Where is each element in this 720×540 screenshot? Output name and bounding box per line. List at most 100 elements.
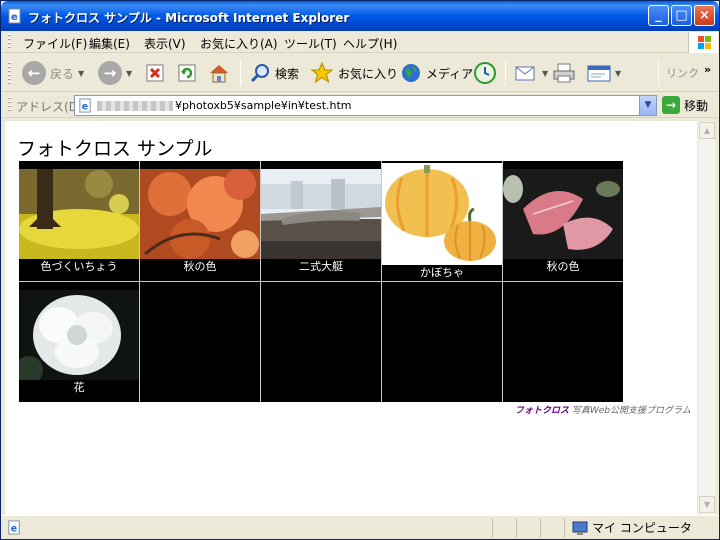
- back-label: 戻る: [50, 66, 75, 81]
- media-button[interactable]: メディア: [400, 58, 473, 88]
- photo-cell[interactable]: 花: [19, 282, 139, 402]
- svg-text:e: e: [11, 12, 18, 23]
- address-bar: アドレス(D) e ¥photoxb5¥sample¥in¥test.htm ▼…: [2, 93, 718, 118]
- address-input[interactable]: e ¥photoxb5¥sample¥in¥test.htm ▼: [74, 95, 657, 116]
- mail-button[interactable]: ▼: [514, 58, 548, 88]
- footer-description: 写真Web公開支援プログラム: [571, 406, 691, 416]
- menubar-grip[interactable]: [8, 34, 11, 50]
- toolbar-grip[interactable]: [8, 62, 11, 84]
- back-dropdown-icon: ▼: [78, 68, 85, 78]
- media-label: メディア: [426, 66, 474, 81]
- photo-thumbnail-red-leaf[interactable]: [503, 169, 623, 259]
- photo-caption: 秋の色: [183, 260, 217, 273]
- vertical-scrollbar[interactable]: ▲ ▼: [697, 121, 715, 515]
- my-computer-icon: [572, 521, 588, 535]
- refresh-icon: [178, 64, 196, 82]
- photo-thumbnail-white-flower[interactable]: [19, 290, 139, 380]
- photo-cell[interactable]: 秋の色: [140, 161, 260, 281]
- edit-dropdown-icon: ▼: [615, 68, 622, 78]
- address-label: アドレス(D): [16, 100, 83, 114]
- ie-page-icon: e: [8, 8, 21, 24]
- printer-icon: [553, 63, 575, 83]
- svg-text:e: e: [11, 523, 17, 534]
- menu-favorites[interactable]: お気に入り(A): [200, 35, 278, 52]
- address-url: ¥photoxb5¥sample¥in¥test.htm: [175, 99, 352, 112]
- toolbar-separator: [505, 60, 506, 86]
- search-button[interactable]: 検索: [249, 58, 299, 88]
- title-bar[interactable]: e フォトクロス サンプル - Microsoft Internet Explo…: [1, 1, 719, 31]
- print-button[interactable]: [552, 58, 576, 88]
- photo-cell[interactable]: 秋の色: [503, 161, 623, 281]
- menu-view[interactable]: 表示(V): [144, 35, 186, 52]
- forward-arrow-icon: →: [98, 61, 122, 85]
- zone-label: マイ コンピュータ: [592, 521, 692, 535]
- refresh-button[interactable]: [177, 58, 197, 88]
- back-arrow-icon: ←: [22, 61, 46, 85]
- stop-icon: [146, 64, 164, 82]
- status-panel: [516, 518, 517, 538]
- empty-photo-cell: [261, 282, 381, 402]
- footer-credit: フォトクロス 写真Web公開支援プログラム: [515, 403, 691, 416]
- page-title: フォトクロス サンプル: [17, 138, 213, 160]
- scroll-down-icon[interactable]: ▼: [699, 496, 715, 513]
- standard-toolbar: ← 戻る ▼ → ▼ 検索 お気に入り メディア ▼ ▼ リンク »: [2, 54, 718, 92]
- ie-page-icon: e: [8, 520, 20, 535]
- photo-cell[interactable]: 二式大艇: [261, 161, 381, 281]
- go-button[interactable]: → 移動: [662, 96, 708, 114]
- maximize-button[interactable]: □: [671, 5, 692, 26]
- photo-cell[interactable]: 色づくいちょう: [19, 161, 139, 281]
- window-title: フォトクロス サンプル - Microsoft Internet Explore…: [28, 11, 350, 25]
- photo-thumbnail-ginkgo[interactable]: [19, 169, 139, 259]
- menu-bar: ファイル(F) 編集(E) 表示(V) お気に入り(A) ツール(T) ヘルプ(…: [2, 31, 718, 53]
- photo-caption: 花: [73, 381, 85, 394]
- scroll-up-icon[interactable]: ▲: [699, 122, 715, 139]
- go-label: 移動: [684, 98, 709, 113]
- search-label: 検索: [275, 66, 300, 81]
- stop-button[interactable]: [145, 58, 165, 88]
- redacted-path: [97, 101, 173, 111]
- forward-button[interactable]: → ▼: [98, 58, 132, 88]
- favorites-star-icon: [310, 62, 334, 84]
- photo-caption: 秋の色: [546, 260, 580, 273]
- edit-page-icon: [587, 65, 611, 82]
- mail-dropdown-icon: ▼: [542, 68, 549, 78]
- browser-window: e フォトクロス サンプル - Microsoft Internet Explo…: [0, 0, 720, 540]
- menu-file[interactable]: ファイル(F): [23, 35, 87, 52]
- svg-text:e: e: [82, 101, 88, 112]
- photo-caption: 色づくいちょう: [40, 260, 118, 273]
- toolbar-chevron-icon[interactable]: »: [704, 54, 711, 84]
- toolbar-separator: [658, 60, 659, 86]
- minimize-button[interactable]: _: [648, 5, 669, 26]
- empty-photo-cell: [503, 282, 623, 402]
- links-label[interactable]: リンク: [666, 58, 699, 88]
- history-icon: [474, 62, 496, 84]
- close-button[interactable]: ×: [694, 5, 715, 26]
- toolbar-separator: [240, 60, 241, 86]
- ie-page-icon: e: [79, 98, 91, 113]
- empty-photo-cell: [382, 282, 502, 402]
- address-dropdown-icon[interactable]: ▼: [639, 96, 656, 115]
- security-zone[interactable]: マイ コンピュータ: [572, 519, 692, 536]
- favorites-button[interactable]: お気に入り: [310, 58, 398, 88]
- favorites-label: お気に入り: [338, 66, 399, 81]
- photo-cell[interactable]: かぼちゃ: [382, 161, 502, 281]
- menu-tools[interactable]: ツール(T): [284, 35, 337, 52]
- edit-button[interactable]: ▼: [587, 58, 621, 88]
- empty-photo-cell: [140, 282, 260, 402]
- history-button[interactable]: [473, 58, 497, 88]
- photo-thumbnail-autumn-leaves[interactable]: [140, 169, 260, 259]
- menu-edit[interactable]: 編集(E): [89, 35, 130, 52]
- back-button[interactable]: ← 戻る ▼: [22, 58, 84, 88]
- windows-logo-icon: [688, 32, 718, 53]
- status-panel: [540, 518, 541, 538]
- mail-icon: [515, 66, 535, 81]
- photo-thumbnail-pumpkin[interactable]: [382, 163, 502, 265]
- photo-caption: かぼちゃ: [420, 266, 464, 279]
- home-button[interactable]: [208, 58, 230, 88]
- grid-divider: [19, 281, 623, 282]
- page-content: フォトクロス サンプル 色づくいちょう 秋の色 二式大艇 かぼちゃ 秋の色 花 …: [5, 121, 697, 515]
- footer-brand-link[interactable]: フォトクロス: [515, 406, 569, 416]
- menu-help[interactable]: ヘルプ(H): [343, 35, 397, 52]
- photo-thumbnail-flying-boat[interactable]: [261, 169, 381, 259]
- addressbar-grip[interactable]: [8, 97, 11, 113]
